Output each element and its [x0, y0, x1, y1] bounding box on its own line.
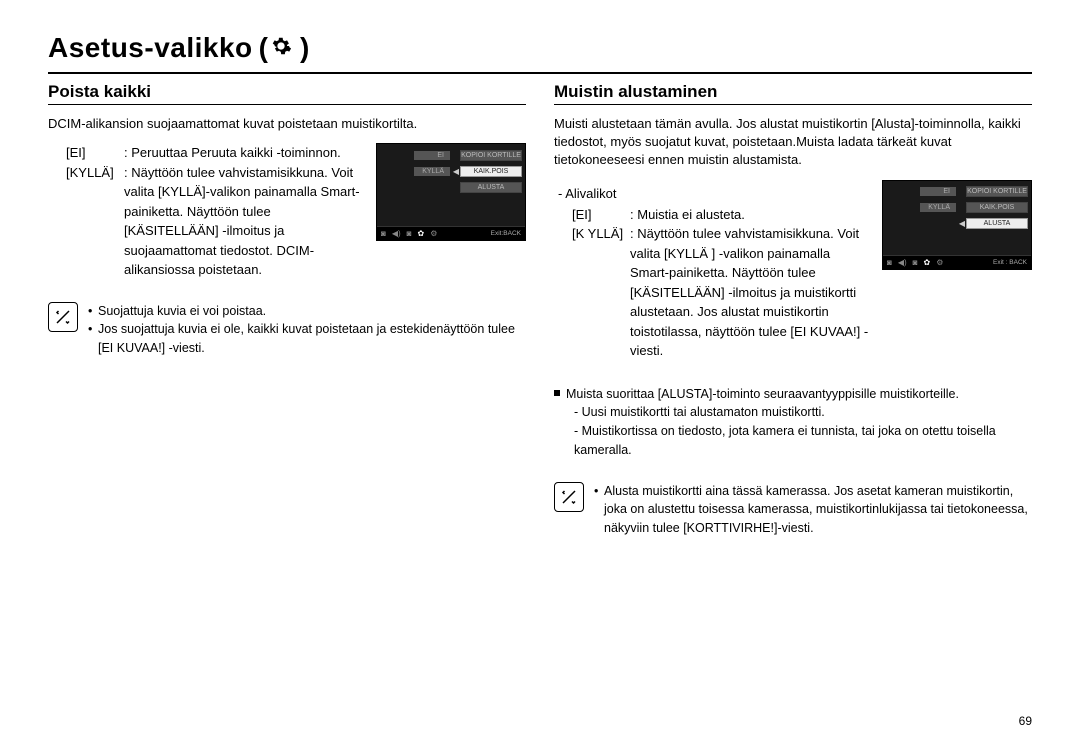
left-note-block: Suojattuja kuvia ei voi poistaa. Jos suo…: [48, 302, 526, 358]
left-options: [EI] : Peruuttaa Peruuta kaikki -toiminn…: [48, 143, 364, 280]
right-options-wrap: - Alivalikot [EI] : Muistia ei alusteta.…: [554, 180, 870, 361]
option-desc: : Peruuttaa Peruuta kaikki -toiminnon.: [124, 143, 364, 163]
page-title: Asetus-valikko: [48, 32, 253, 64]
menu-right-button: KAIK.POIS: [966, 202, 1028, 213]
note-item: Alusta muistikortti aina tässä kamerassa…: [594, 482, 1032, 538]
play-icon: ◙: [407, 229, 412, 238]
camera-screen-left: ▭ EI KOPIOI KORTILLE KYLLÄ ◀ KAIK.POIS: [376, 143, 526, 241]
sound-icon: ◀): [392, 229, 401, 238]
right-note-block: Alusta muistikortti aina tässä kamerassa…: [554, 482, 1032, 538]
square-sub: - Uusi muistikortti tai alustamaton muis…: [554, 403, 1032, 422]
menu-left-label: KYLLÄ: [414, 167, 450, 176]
settings-gear-icon: [270, 35, 292, 62]
option-desc: : Muistia ei alusteta.: [630, 205, 870, 225]
right-heading: Muistin alustaminen: [554, 82, 1032, 105]
left-note-list: Suojattuja kuvia ei voi poistaa. Jos suo…: [88, 302, 526, 358]
right-option-kylla: [K YLLÄ] : Näyttöön tulee vahvistamisikk…: [572, 224, 870, 361]
menu-left-label: KYLLÄ: [920, 203, 956, 212]
exit-label: Exit : BACK: [993, 259, 1027, 266]
play-icon: ◙: [913, 258, 918, 267]
bottom-icons: ◙ ◀) ◙ ✿ ⚙: [381, 229, 437, 238]
camera-bottom-bar: ◙ ◀) ◙ ✿ ⚙ Exit : BACK: [883, 255, 1031, 269]
option-desc: : Näyttöön tulee vahvistamisikkuna. Voit…: [124, 163, 364, 280]
title-open-paren: (: [259, 32, 268, 64]
menu-left-label: EI: [920, 187, 956, 196]
tool-icon: ⚙: [936, 258, 943, 267]
option-label: [EI]: [66, 143, 124, 163]
menu-left-label: EI: [414, 151, 450, 160]
square-sub: - Muistikortissa on tiedosto, jota kamer…: [554, 422, 1032, 460]
exit-label: Exit:BACK: [491, 230, 521, 237]
option-desc: : Näyttöön tulee vahvistamisikkuna. Voit…: [630, 224, 870, 361]
settings-icon: ✿: [924, 258, 931, 267]
note-icon: [554, 482, 584, 512]
option-label: [EI]: [572, 205, 630, 225]
right-note-list: Alusta muistikortti aina tässä kamerassa…: [594, 482, 1032, 538]
option-label: [K YLLÄ]: [572, 224, 630, 361]
camera-icon: ◙: [887, 258, 892, 267]
menu-arrow: ◀: [958, 219, 966, 228]
page-number: 69: [1019, 714, 1032, 728]
option-label: [KYLLÄ]: [66, 163, 124, 280]
right-column: Muistin alustaminen Muisti alustetaan tä…: [554, 82, 1032, 538]
menu-right-button: KOPIOI KORTILLE: [966, 186, 1028, 197]
menu-arrow: ◀: [452, 167, 460, 176]
manual-page: Asetus-valikko ( ) Poista kaikki DCIM-al…: [0, 0, 1080, 746]
note-item: Jos suojattuja kuvia ei ole, kaikki kuva…: [88, 320, 526, 358]
right-option-ei: [EI] : Muistia ei alusteta.: [572, 205, 870, 225]
camera-icon: ◙: [381, 229, 386, 238]
left-intro: DCIM-alikansion suojaamattomat kuvat poi…: [48, 115, 526, 133]
menu-right-button: KAIK.POIS: [460, 166, 522, 177]
right-upper-block: - Alivalikot [EI] : Muistia ei alusteta.…: [554, 180, 1032, 361]
left-option-ei: [EI] : Peruuttaa Peruuta kaikki -toiminn…: [66, 143, 364, 163]
title-close-paren: ): [300, 32, 309, 64]
left-heading: Poista kaikki: [48, 82, 526, 105]
left-upper-block: [EI] : Peruuttaa Peruuta kaikki -toiminn…: [48, 143, 526, 280]
right-square-note: Muista suorittaa [ALUSTA]-toiminto seura…: [554, 385, 1032, 460]
content-columns: Poista kaikki DCIM-alikansion suojaamatt…: [48, 82, 1032, 538]
square-lead: Muista suorittaa [ALUSTA]-toiminto seura…: [554, 385, 1032, 404]
sound-icon: ◀): [898, 258, 907, 267]
left-column: Poista kaikki DCIM-alikansion suojaamatt…: [48, 82, 526, 538]
sub-label: - Alivalikot: [558, 186, 870, 201]
camera-bottom-bar: ◙ ◀) ◙ ✿ ⚙ Exit:BACK: [377, 226, 525, 240]
menu-right-button: KOPIOI KORTILLE: [460, 150, 522, 161]
note-icon: [48, 302, 78, 332]
note-item: Suojattuja kuvia ei voi poistaa.: [88, 302, 526, 321]
page-title-row: Asetus-valikko ( ): [48, 32, 1032, 74]
right-intro: Muisti alustetaan tämän avulla. Jos alus…: [554, 115, 1032, 170]
bottom-icons: ◙ ◀) ◙ ✿ ⚙: [887, 258, 943, 267]
menu-right-button: ALUSTA: [460, 182, 522, 193]
tool-icon: ⚙: [430, 229, 437, 238]
left-option-kylla: [KYLLÄ] : Näyttöön tulee vahvistamisikku…: [66, 163, 364, 280]
menu-right-button: ALUSTA: [966, 218, 1028, 229]
camera-screen-right: ▭ EI KOPIOI KORTILLE KYLLÄ KAIK.POIS ◀: [882, 180, 1032, 270]
settings-icon: ✿: [418, 229, 425, 238]
